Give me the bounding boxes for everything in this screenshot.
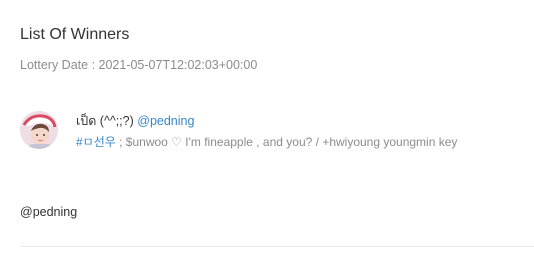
avatar[interactable] <box>20 111 58 149</box>
winner-name-line: เป็ด (^^;;?) @pedning <box>76 111 194 131</box>
winner-bio: #ㅁ선우 ; $unwoo ♡ I'm fineapple , and you?… <box>76 133 457 150</box>
page-title: List Of Winners <box>20 26 130 43</box>
winner-card: เป็ด (^^;;?) @pedning #ㅁ선우 ; $unwoo ♡ I'… <box>20 108 520 152</box>
winner-handle-link[interactable]: @pedning <box>137 114 194 128</box>
bio-text: ; $unwoo ♡ I'm fineapple , and you? / +h… <box>119 135 458 149</box>
lottery-date: Lottery Date : 2021-05-07T12:02:03+00:00 <box>20 58 258 72</box>
avatar-image <box>20 111 58 149</box>
bio-hashtag-link[interactable]: #ㅁ선우 <box>76 135 116 149</box>
winner-display-name: เป็ด (^^;;?) <box>76 114 134 128</box>
divider <box>20 246 534 247</box>
winner-handle-text: @pedning <box>20 205 78 219</box>
